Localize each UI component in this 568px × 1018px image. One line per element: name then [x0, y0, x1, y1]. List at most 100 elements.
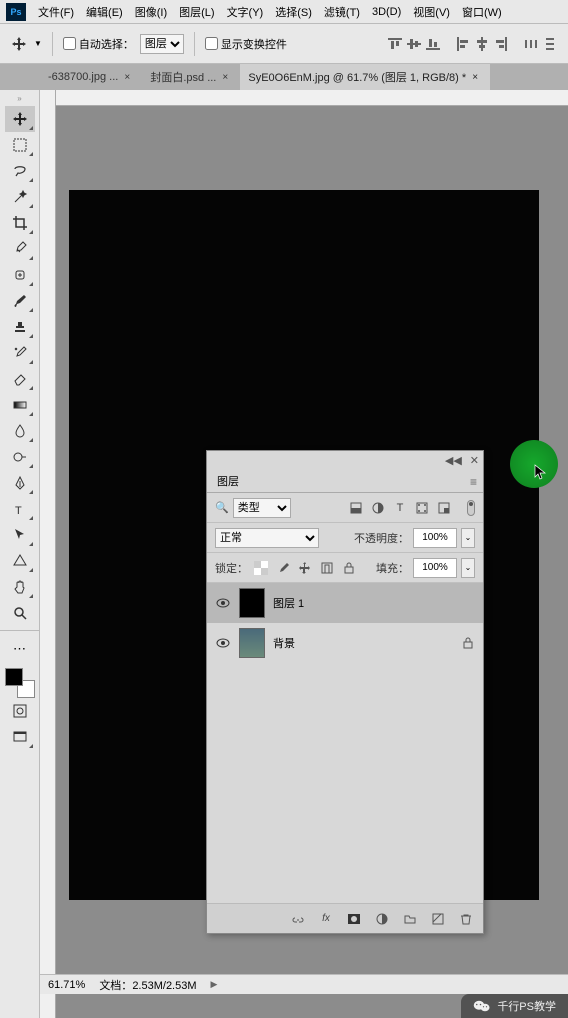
blur-tool[interactable]: [5, 418, 35, 444]
menu-filter[interactable]: 滤镜(T): [318, 4, 366, 20]
filter-pixel-icon[interactable]: [347, 499, 365, 517]
doc-tab-1[interactable]: 封面白.psd ... ×: [142, 64, 240, 90]
lock-artboard-icon[interactable]: [318, 559, 336, 577]
shape-tool[interactable]: [5, 548, 35, 574]
marquee-tool[interactable]: [5, 132, 35, 158]
show-transform-checkbox[interactable]: 显示变换控件: [205, 36, 287, 52]
menu-image[interactable]: 图像(I): [129, 4, 173, 20]
visibility-toggle-icon[interactable]: [215, 595, 231, 611]
lock-pixel-icon[interactable]: [274, 559, 292, 577]
layer-name[interactable]: 背景: [273, 635, 295, 651]
edit-toolbar-icon[interactable]: ⋯: [5, 636, 35, 662]
align-right-icon[interactable]: [493, 36, 509, 52]
watermark: 千行PS教学: [461, 994, 568, 1018]
align-hcenter-icon[interactable]: [474, 36, 490, 52]
filter-kind-dropdown[interactable]: 类型: [233, 498, 291, 518]
fx-icon[interactable]: fx: [317, 910, 335, 928]
new-group-icon[interactable]: [401, 910, 419, 928]
gradient-tool[interactable]: [5, 392, 35, 418]
horizontal-ruler[interactable]: [40, 90, 568, 106]
delete-layer-icon[interactable]: [457, 910, 475, 928]
auto-select-checkbox[interactable]: 自动选择：: [63, 36, 134, 52]
close-icon[interactable]: ×: [472, 72, 482, 82]
align-vcenter-icon[interactable]: [406, 36, 422, 52]
quickmask-icon[interactable]: [5, 698, 35, 724]
history-brush-tool[interactable]: [5, 340, 35, 366]
lock-all-icon[interactable]: [340, 559, 358, 577]
panel-menu-icon[interactable]: ≡: [470, 475, 477, 489]
menu-select[interactable]: 选择(S): [269, 4, 318, 20]
close-icon[interactable]: ×: [222, 72, 232, 82]
menu-file[interactable]: 文件(F): [32, 4, 80, 20]
toolbox-grip-icon[interactable]: »: [5, 94, 35, 106]
align-bottom-icon[interactable]: [425, 36, 441, 52]
chevron-right-icon[interactable]: ▶: [211, 979, 218, 990]
wand-tool[interactable]: [5, 184, 35, 210]
filter-smart-icon[interactable]: [435, 499, 453, 517]
align-top-icon[interactable]: [387, 36, 403, 52]
menu-layer[interactable]: 图层(L): [173, 4, 220, 20]
type-tool[interactable]: T: [5, 496, 35, 522]
menu-type[interactable]: 文字(Y): [221, 4, 270, 20]
adjustment-layer-icon[interactable]: [373, 910, 391, 928]
panel-title[interactable]: 图层: [217, 473, 239, 489]
link-layers-icon[interactable]: [289, 910, 307, 928]
doc-tab-2[interactable]: SyE0O6EnM.jpg @ 61.7% (图层 1, RGB/8) * ×: [240, 64, 490, 90]
screenmode-icon[interactable]: [5, 724, 35, 750]
distribute-v-icon[interactable]: [542, 36, 558, 52]
healing-tool[interactable]: [5, 262, 35, 288]
fill-input[interactable]: 100%: [413, 558, 457, 578]
chevron-down-icon[interactable]: ▼: [34, 39, 42, 48]
zoom-tool[interactable]: [5, 600, 35, 626]
pen-tool[interactable]: [5, 470, 35, 496]
panel-collapse-icon[interactable]: ◀◀: [445, 454, 462, 467]
visibility-toggle-icon[interactable]: [215, 635, 231, 651]
layer-thumbnail[interactable]: [239, 628, 265, 658]
filter-type-icon[interactable]: T: [391, 499, 409, 517]
filter-toggle-switch[interactable]: [467, 500, 475, 516]
align-left-icon[interactable]: [455, 36, 471, 52]
lock-pos-icon[interactable]: [296, 559, 314, 577]
blend-mode-dropdown[interactable]: 正常: [215, 528, 319, 548]
lasso-tool[interactable]: [5, 158, 35, 184]
distribute-h-icon[interactable]: [523, 36, 539, 52]
layer-row-bg[interactable]: 背景: [207, 623, 483, 663]
stamp-tool[interactable]: [5, 314, 35, 340]
opacity-label: 不透明度：: [354, 530, 409, 546]
color-swatches[interactable]: [5, 668, 35, 698]
vertical-ruler[interactable]: [40, 90, 56, 1018]
eraser-tool[interactable]: [5, 366, 35, 392]
lock-trans-icon[interactable]: [252, 559, 270, 577]
dodge-tool[interactable]: [5, 444, 35, 470]
fg-color-swatch[interactable]: [5, 668, 23, 686]
new-layer-icon[interactable]: [429, 910, 447, 928]
layer-list-empty[interactable]: [207, 663, 483, 903]
layer-thumbnail[interactable]: [239, 588, 265, 618]
eyedropper-tool[interactable]: [5, 236, 35, 262]
crop-tool[interactable]: [5, 210, 35, 236]
lock-icon: [461, 636, 475, 650]
fill-dropdown-icon[interactable]: ⌄: [461, 558, 475, 578]
close-icon[interactable]: ×: [124, 72, 134, 82]
auto-select-dropdown[interactable]: 图层: [140, 34, 184, 54]
filter-shape-icon[interactable]: [413, 499, 431, 517]
layer-name[interactable]: 图层 1: [273, 595, 304, 611]
layers-panel[interactable]: ◀◀ ✕ 图层 ≡ 🔍 类型 T 正常 不透明度： 100% ⌄ 锁定：: [206, 450, 484, 934]
hand-tool[interactable]: [5, 574, 35, 600]
menu-3d[interactable]: 3D(D): [366, 6, 407, 18]
add-mask-icon[interactable]: [345, 910, 363, 928]
zoom-readout[interactable]: 61.71%: [48, 979, 85, 991]
menu-window[interactable]: 窗口(W): [456, 4, 508, 20]
brush-tool[interactable]: [5, 288, 35, 314]
layer-row-1[interactable]: 图层 1: [207, 583, 483, 623]
path-select-tool[interactable]: [5, 522, 35, 548]
opacity-input[interactable]: 100%: [413, 528, 457, 548]
opacity-dropdown-icon[interactable]: ⌄: [461, 528, 475, 548]
menu-view[interactable]: 视图(V): [407, 4, 456, 20]
doc-tab-0[interactable]: -638700.jpg ... ×: [40, 64, 142, 90]
move-tool[interactable]: [5, 106, 35, 132]
panel-close-icon[interactable]: ✕: [470, 454, 479, 467]
doc-info[interactable]: 文档：2.53M/2.53M: [99, 977, 196, 993]
menu-edit[interactable]: 编辑(E): [80, 4, 129, 20]
filter-adjust-icon[interactable]: [369, 499, 387, 517]
